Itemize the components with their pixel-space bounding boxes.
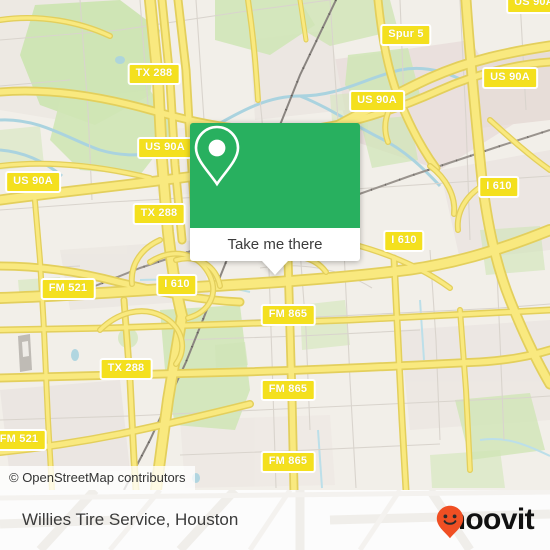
road-shield: US 90A — [5, 171, 61, 193]
road-shield: FM 865 — [260, 304, 316, 326]
road-shield: TX 288 — [132, 203, 186, 225]
road-shield: I 610 — [156, 274, 198, 296]
popup-tail — [262, 261, 288, 275]
take-me-there-label: Take me there — [227, 236, 323, 253]
road-shield: US 90A — [506, 0, 550, 14]
road-shield: Spur 5 — [380, 24, 432, 46]
road-shield: FM 521 — [0, 429, 47, 451]
road-shield: FM 865 — [260, 451, 316, 473]
road-shield: TX 288 — [99, 358, 153, 380]
map-screenshot: TX 288 TX 288 TX 288 US 90A US 90A US 90… — [0, 0, 550, 550]
road-shield: US 90A — [137, 137, 193, 159]
road-shield: FM 865 — [260, 379, 316, 401]
road-shield: US 90A — [349, 90, 405, 112]
road-shield: FM 521 — [40, 278, 96, 300]
take-me-there-popup[interactable]: Take me there — [190, 123, 360, 275]
popup-action-label-area[interactable]: Take me there — [190, 228, 360, 261]
road-shield: TX 288 — [127, 63, 181, 85]
road-shield: I 610 — [478, 176, 520, 198]
map-canvas[interactable]: TX 288 TX 288 TX 288 US 90A US 90A US 90… — [0, 0, 550, 490]
footer-bar: Willies Tire Service, Houston moovit — [0, 490, 550, 550]
moovit-logo[interactable]: moovit — [436, 505, 535, 539]
osm-attribution[interactable]: © OpenStreetMap contributors — [0, 466, 195, 490]
place-title: Willies Tire Service, Houston — [22, 510, 239, 529]
popup-icon-area — [190, 123, 360, 228]
road-shield: US 90A — [482, 67, 538, 89]
road-shield: I 610 — [383, 230, 425, 252]
